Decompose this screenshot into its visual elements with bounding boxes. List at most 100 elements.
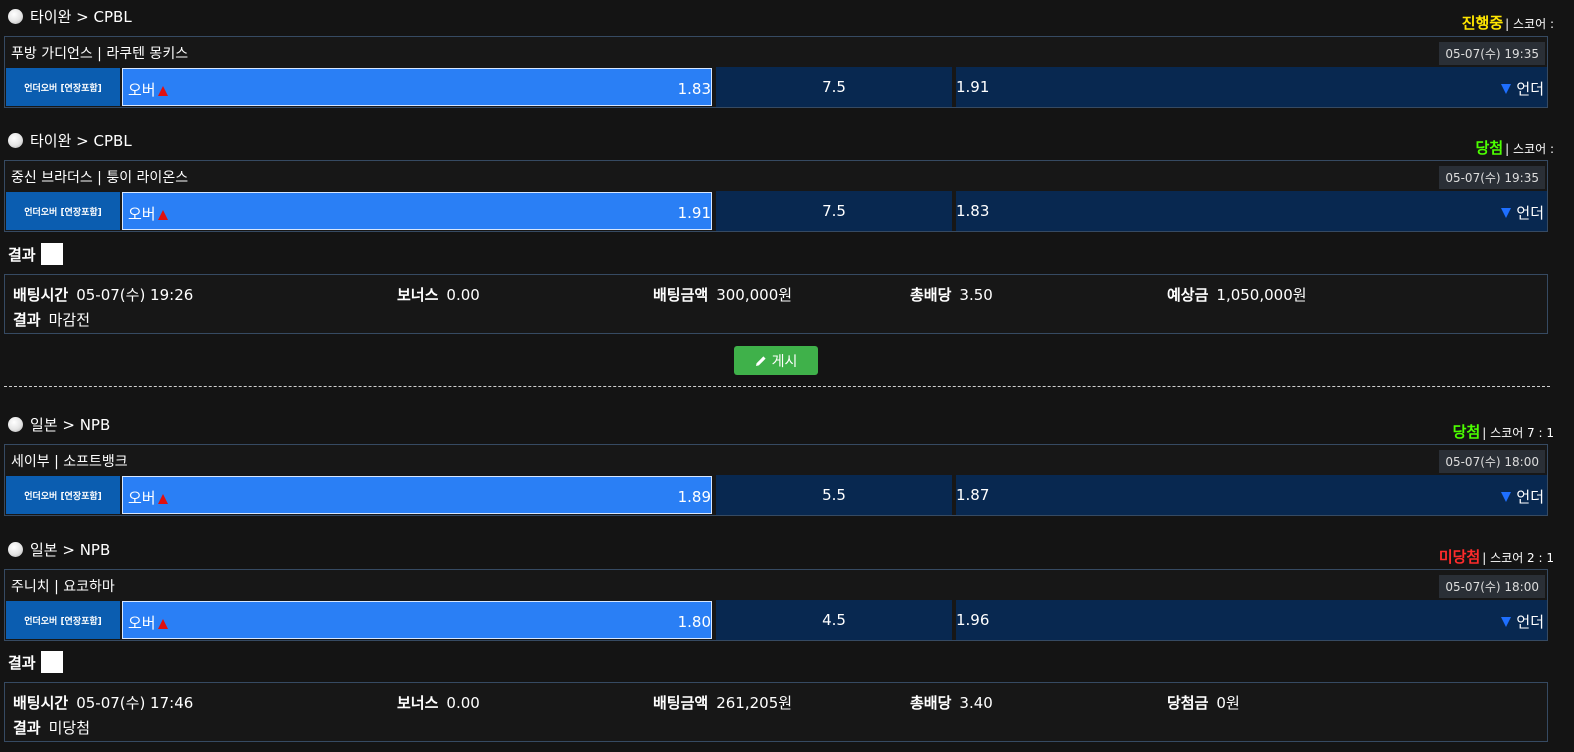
match-datetime: 05-07(수) 19:35 — [1439, 42, 1545, 65]
pencil-icon — [755, 355, 766, 366]
over-odd: 1.80 — [677, 613, 711, 631]
over-label: 오버 — [128, 81, 156, 99]
total-odds: 총배당 3.50 — [910, 286, 993, 304]
over-odd: 1.83 — [677, 80, 711, 98]
bet-amount: 배팅금액 261,205원 — [653, 694, 793, 712]
under-odds-button[interactable]: 1.83 언더 — [956, 191, 1547, 231]
baseball-icon — [8, 541, 23, 557]
odds-row: 언더오버 [연장포함] 오버 1.91 7.5 1.83 언더 — [5, 191, 1547, 231]
slip-result: 결과 미당첨 — [13, 719, 91, 737]
result-label: 결과 — [8, 245, 36, 264]
under-label: 언더 — [1516, 488, 1544, 506]
bet-type-badge: 언더오버 [연장포함] — [6, 68, 120, 106]
result-section: 결과 — [8, 651, 63, 673]
triangle-up-icon — [157, 210, 168, 220]
bet-summary: 배팅시간 05-07(수) 17:46 보너스 0.00 배팅금액 261,205원 … — [4, 682, 1548, 742]
triangle-down-icon — [1501, 207, 1512, 218]
score-label: | 스코어 7 : 1 — [1482, 426, 1554, 440]
bet-type-badge: 언더오버 [연장포함] — [6, 192, 120, 230]
triangle-down-icon — [1501, 616, 1512, 627]
league-header: 타이완 > CPBL — [8, 5, 132, 27]
slip-result: 결과 마감전 — [13, 311, 91, 329]
over-odds-button[interactable]: 오버 1.89 — [122, 476, 712, 514]
odds-row: 언더오버 [연장포함] 오버 1.89 5.5 1.87 언더 — [5, 475, 1547, 515]
over-odd: 1.91 — [677, 204, 711, 222]
over-label: 오버 — [128, 614, 156, 632]
league-header: 타이완 > CPBL — [8, 129, 132, 151]
game-status: 당첨 | 스코어 : — [1476, 137, 1554, 158]
status-badge: 당첨 — [1452, 423, 1481, 441]
under-odd: 1.83 — [956, 202, 990, 220]
league-name: 타이완 > CPBL — [30, 7, 132, 26]
score-label: | 스코어 : — [1505, 142, 1554, 156]
handicap-line: 4.5 — [716, 600, 952, 640]
under-odds-button[interactable]: 1.96 언더 — [956, 600, 1547, 640]
result-checkbox[interactable] — [40, 243, 63, 265]
result-section: 결과 — [8, 243, 63, 265]
bet-type-badge: 언더오버 [연장포함] — [6, 476, 120, 514]
league-name: 일본 > NPB — [30, 540, 111, 559]
over-odds-button[interactable]: 오버 1.80 — [122, 601, 712, 639]
score-label: | 스코어 2 : 1 — [1482, 551, 1554, 565]
under-odd: 1.91 — [956, 78, 990, 96]
result-label: 결과 — [8, 653, 36, 672]
under-label: 언더 — [1516, 80, 1544, 98]
bet-time: 배팅시간 05-07(수) 17:46 — [13, 694, 194, 712]
score-label: | 스코어 : — [1505, 17, 1554, 31]
slip-divider — [4, 386, 1550, 387]
over-odds-button[interactable]: 오버 1.91 — [122, 192, 712, 230]
baseball-icon — [8, 132, 23, 148]
league-header: 일본 > NPB — [8, 538, 110, 560]
handicap-line: 7.5 — [716, 67, 952, 107]
game-status: 미당첨 | 스코어 2 : 1 — [1439, 546, 1554, 567]
odds-row: 언더오버 [연장포함] 오버 1.83 7.5 1.91 언더 — [5, 67, 1547, 107]
baseball-icon — [8, 8, 23, 24]
bet-summary: 배팅시간 05-07(수) 19:26 보너스 0.00 배팅금액 300,000원 … — [4, 274, 1548, 334]
match-card: 푸방 가디언스 | 라쿠텐 몽키스 05-07(수) 19:35 언더오버 [연… — [4, 36, 1548, 108]
over-odd: 1.89 — [677, 488, 711, 506]
expected-payout: 예상금 1,050,000원 — [1167, 286, 1307, 304]
over-label: 오버 — [128, 489, 156, 507]
total-odds: 총배당 3.40 — [910, 694, 993, 712]
match-teams: 주니치 | 요코하마 — [11, 579, 115, 595]
handicap-line: 5.5 — [716, 475, 952, 515]
bet-type-badge: 언더오버 [연장포함] — [6, 601, 120, 639]
status-badge: 진행중 — [1461, 14, 1504, 32]
match-teams: 세이부 | 소프트뱅크 — [11, 454, 128, 470]
under-odd: 1.96 — [956, 611, 990, 629]
league-name: 일본 > NPB — [30, 415, 111, 434]
bet-time: 배팅시간 05-07(수) 19:26 — [13, 286, 194, 304]
triangle-up-icon — [157, 619, 168, 629]
match-datetime: 05-07(수) 18:00 — [1439, 450, 1545, 473]
match-card: 세이부 | 소프트뱅크 05-07(수) 18:00 언더오버 [연장포함] 오… — [4, 444, 1548, 516]
match-datetime: 05-07(수) 18:00 — [1439, 575, 1545, 598]
baseball-icon — [8, 416, 23, 432]
handicap-line: 7.5 — [716, 191, 952, 231]
match-card: 중신 브라더스 | 퉁이 라이온스 05-07(수) 19:35 언더오버 [연… — [4, 160, 1548, 232]
triangle-down-icon — [1501, 491, 1512, 502]
over-odds-button[interactable]: 오버 1.83 — [122, 68, 712, 106]
over-label: 오버 — [128, 205, 156, 223]
match-teams: 푸방 가디언스 | 라쿠텐 몽키스 — [11, 46, 189, 62]
post-button-label: 게시 — [771, 353, 798, 370]
league-header: 일본 > NPB — [8, 413, 110, 435]
match-card: 주니치 | 요코하마 05-07(수) 18:00 언더오버 [연장포함] 오버… — [4, 569, 1548, 641]
bonus: 보너스 0.00 — [397, 694, 480, 712]
result-checkbox[interactable] — [40, 651, 63, 673]
game-status: 당첨 | 스코어 7 : 1 — [1453, 421, 1554, 442]
match-teams: 중신 브라더스 | 퉁이 라이온스 — [11, 170, 189, 186]
triangle-up-icon — [157, 494, 168, 504]
status-badge: 미당첨 — [1438, 548, 1481, 566]
bonus: 보너스 0.00 — [397, 286, 480, 304]
win-amount: 당첨금 0원 — [1167, 694, 1240, 712]
post-button[interactable]: 게시 — [734, 346, 818, 375]
league-name: 타이완 > CPBL — [30, 131, 132, 150]
under-odd: 1.87 — [956, 486, 990, 504]
odds-row: 언더오버 [연장포함] 오버 1.80 4.5 1.96 언더 — [5, 600, 1547, 640]
triangle-down-icon — [1501, 83, 1512, 94]
under-label: 언더 — [1516, 204, 1544, 222]
under-odds-button[interactable]: 1.87 언더 — [956, 475, 1547, 515]
under-odds-button[interactable]: 1.91 언더 — [956, 67, 1547, 107]
status-badge: 당첨 — [1475, 139, 1504, 157]
game-status: 진행중 | 스코어 : — [1462, 12, 1554, 33]
